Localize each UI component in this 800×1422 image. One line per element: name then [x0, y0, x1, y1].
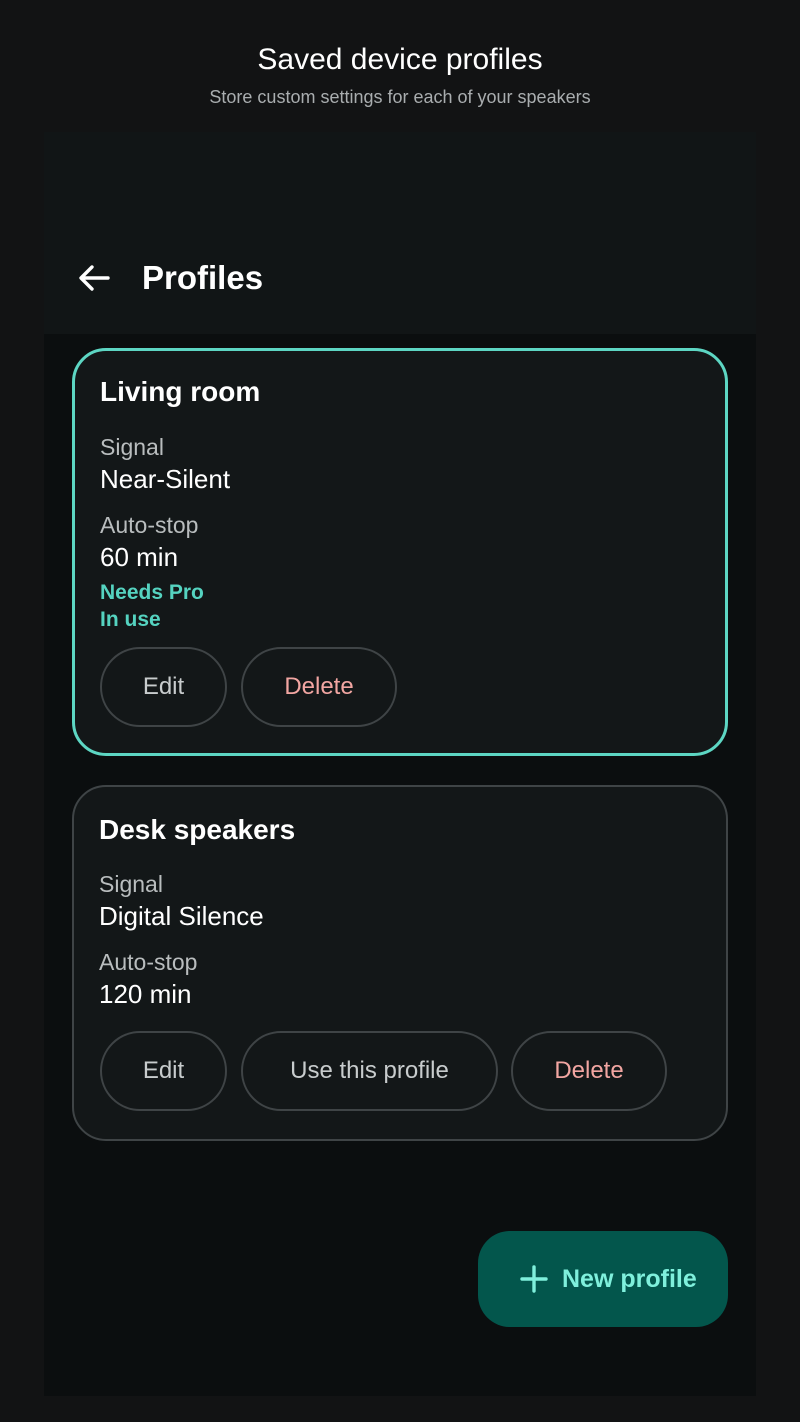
top-app-bar: Profiles — [44, 132, 756, 334]
signal-label: Signal — [100, 434, 164, 460]
delete-button[interactable]: Delete — [511, 1031, 667, 1111]
plus-icon — [520, 1265, 548, 1293]
signal-value: Near-Silent — [100, 464, 231, 494]
page-subtitle: Store custom settings for each of your s… — [209, 87, 591, 107]
profile-name: Desk speakers — [99, 814, 296, 845]
screen-title: Profiles — [142, 259, 264, 296]
delete-button[interactable]: Delete — [241, 647, 397, 727]
needs-pro-tag: Needs Pro — [100, 581, 204, 604]
new-profile-label: New profile — [562, 1265, 697, 1293]
arrow-back-icon — [79, 265, 110, 291]
edit-button[interactable]: Edit — [100, 647, 227, 727]
page-title: Saved device profiles — [257, 43, 543, 76]
auto-stop-value: 120 min — [99, 979, 192, 1009]
profile-name: Living room — [100, 376, 261, 407]
profile-card-desk-speakers: Desk speakers Signal Digital Silence Aut… — [72, 785, 728, 1141]
signal-value: Digital Silence — [99, 901, 264, 931]
new-profile-button[interactable]: New profile — [478, 1231, 728, 1327]
profile-card-living-room: Living room Signal Near-Silent Auto-stop… — [72, 348, 728, 756]
use-profile-button[interactable]: Use this profile — [241, 1031, 498, 1111]
app-screen: Profiles Living room Signal Near-Silent … — [44, 132, 756, 1396]
auto-stop-label: Auto-stop — [99, 949, 198, 975]
in-use-tag: In use — [100, 608, 161, 631]
auto-stop-label: Auto-stop — [100, 512, 199, 538]
auto-stop-value: 60 min — [100, 542, 179, 572]
back-button[interactable] — [72, 254, 116, 302]
signal-label: Signal — [99, 871, 163, 897]
edit-button[interactable]: Edit — [100, 1031, 227, 1111]
